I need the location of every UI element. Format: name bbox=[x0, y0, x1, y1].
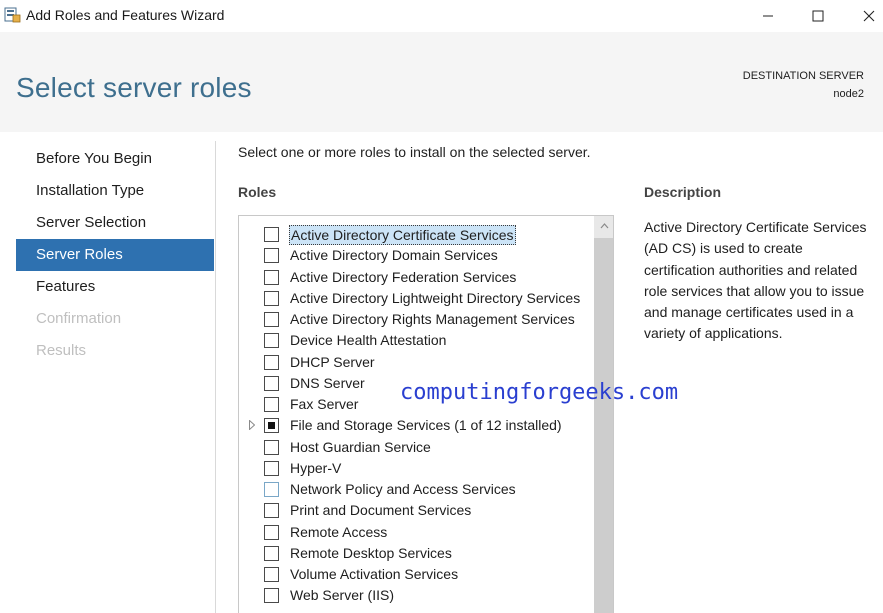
role-row[interactable]: Active Directory Rights Management Servi… bbox=[239, 309, 593, 330]
role-row[interactable]: Active Directory Lightweight Directory S… bbox=[239, 288, 593, 309]
description-body: Active Directory Certificate Services (A… bbox=[644, 219, 867, 342]
window-title: Add Roles and Features Wizard bbox=[26, 7, 225, 23]
wizard-nav: Before You Begin Installation Type Serve… bbox=[16, 143, 214, 367]
role-checkbox[interactable] bbox=[264, 482, 279, 497]
nav-item-installation-type[interactable]: Installation Type bbox=[16, 175, 214, 207]
role-label[interactable]: DNS Server bbox=[289, 374, 366, 392]
description-heading: Description bbox=[644, 184, 722, 200]
role-label[interactable]: Device Health Attestation bbox=[289, 331, 447, 349]
role-label[interactable]: Network Policy and Access Services bbox=[289, 480, 517, 498]
role-checkbox[interactable] bbox=[264, 269, 279, 285]
role-row[interactable]: Host Guardian Service bbox=[239, 437, 593, 458]
role-row[interactable]: Active Directory Federation Services bbox=[239, 267, 593, 288]
role-checkbox[interactable] bbox=[264, 397, 279, 412]
server-manager-icon bbox=[4, 6, 21, 23]
role-row[interactable]: Active Directory Domain Services bbox=[239, 245, 593, 266]
role-label[interactable]: File and Storage Services (1 of 12 insta… bbox=[289, 416, 563, 434]
role-label[interactable]: Active Directory Certificate Services bbox=[289, 225, 516, 245]
role-label[interactable]: Print and Document Services bbox=[289, 501, 472, 519]
expand-arrow-icon[interactable] bbox=[249, 419, 257, 431]
role-row[interactable]: Active Directory Certificate Services bbox=[239, 224, 593, 245]
watermark: computingforgeeks.com bbox=[400, 380, 679, 405]
role-checkbox[interactable] bbox=[264, 375, 279, 391]
nav-item-confirmation: Confirmation bbox=[36, 310, 122, 327]
nav-item-server-selection[interactable]: Server Selection bbox=[16, 207, 214, 239]
role-checkbox[interactable] bbox=[264, 312, 279, 327]
role-label[interactable]: DHCP Server bbox=[289, 353, 376, 371]
role-checkbox[interactable] bbox=[264, 503, 279, 519]
role-row[interactable]: Hyper-V bbox=[239, 458, 593, 479]
nav-divider bbox=[215, 141, 216, 613]
role-row[interactable]: Device Health Attestation bbox=[239, 330, 593, 351]
role-row[interactable]: DHCP Server bbox=[239, 352, 593, 373]
role-checkbox[interactable] bbox=[264, 567, 279, 582]
role-label[interactable]: Active Directory Domain Services bbox=[289, 246, 499, 264]
nav-item-server-roles[interactable]: Server Roles bbox=[16, 239, 214, 271]
wizard-header: Select server roles DESTINATION SERVER n… bbox=[0, 32, 883, 132]
role-checkbox[interactable] bbox=[264, 439, 279, 455]
scroll-thumb[interactable] bbox=[594, 238, 613, 613]
role-checkbox[interactable] bbox=[264, 354, 279, 370]
destination-server-label: DESTINATION SERVER bbox=[742, 70, 864, 82]
role-checkbox[interactable] bbox=[264, 460, 279, 476]
role-checkbox[interactable] bbox=[264, 524, 279, 540]
roles-scrollbar[interactable] bbox=[594, 216, 613, 613]
role-label[interactable]: Fax Server bbox=[289, 395, 359, 413]
nav-item-features[interactable]: Features bbox=[16, 271, 214, 303]
page-title: Select server roles bbox=[16, 72, 252, 103]
role-row[interactable]: Network Policy and Access Services bbox=[239, 479, 593, 500]
role-label[interactable]: Active Directory Federation Services bbox=[289, 268, 517, 286]
roles-heading: Roles bbox=[238, 184, 277, 200]
role-checkbox[interactable] bbox=[264, 290, 279, 306]
role-row[interactable]: File and Storage Services (1 of 12 insta… bbox=[239, 415, 593, 436]
scroll-up-arrow-icon[interactable] bbox=[594, 216, 613, 236]
roles-list[interactable]: Active Directory Certificate Services Act… bbox=[238, 215, 614, 613]
role-label[interactable]: Hyper-V bbox=[289, 459, 342, 477]
role-checkbox[interactable] bbox=[264, 248, 279, 264]
role-checkbox[interactable] bbox=[264, 588, 279, 604]
destination-server-name: node2 bbox=[833, 88, 864, 100]
nav-item-results: Results bbox=[36, 342, 87, 359]
nav-item-before-you-begin[interactable]: Before You Begin bbox=[16, 143, 214, 175]
role-row[interactable]: Remote Desktop Services bbox=[239, 543, 593, 564]
role-row[interactable]: Web Server (IIS) bbox=[239, 585, 593, 606]
role-label[interactable]: Web Server (IIS) bbox=[289, 586, 395, 604]
intro-text: Select one or more roles to install on t… bbox=[238, 144, 591, 160]
maximize-button[interactable] bbox=[795, 0, 841, 32]
role-checkbox[interactable] bbox=[264, 227, 279, 242]
role-label[interactable]: Remote Desktop Services bbox=[289, 544, 453, 562]
role-label[interactable]: Active Directory Lightweight Directory S… bbox=[289, 289, 581, 307]
role-row[interactable]: Volume Activation Services bbox=[239, 564, 593, 585]
role-checkbox[interactable] bbox=[264, 418, 279, 434]
role-row[interactable]: Print and Document Services bbox=[239, 500, 593, 521]
close-button[interactable] bbox=[846, 0, 883, 32]
role-label[interactable]: Volume Activation Services bbox=[289, 565, 459, 583]
role-row[interactable]: Remote Access bbox=[239, 522, 593, 543]
title-bar: Add Roles and Features Wizard bbox=[0, 0, 883, 32]
minimize-button[interactable] bbox=[745, 0, 791, 32]
role-checkbox[interactable] bbox=[264, 333, 279, 349]
role-label[interactable]: Host Guardian Service bbox=[289, 438, 432, 456]
role-checkbox[interactable] bbox=[264, 545, 279, 561]
role-label[interactable]: Active Directory Rights Management Servi… bbox=[289, 310, 576, 328]
role-label[interactable]: Remote Access bbox=[289, 523, 388, 541]
